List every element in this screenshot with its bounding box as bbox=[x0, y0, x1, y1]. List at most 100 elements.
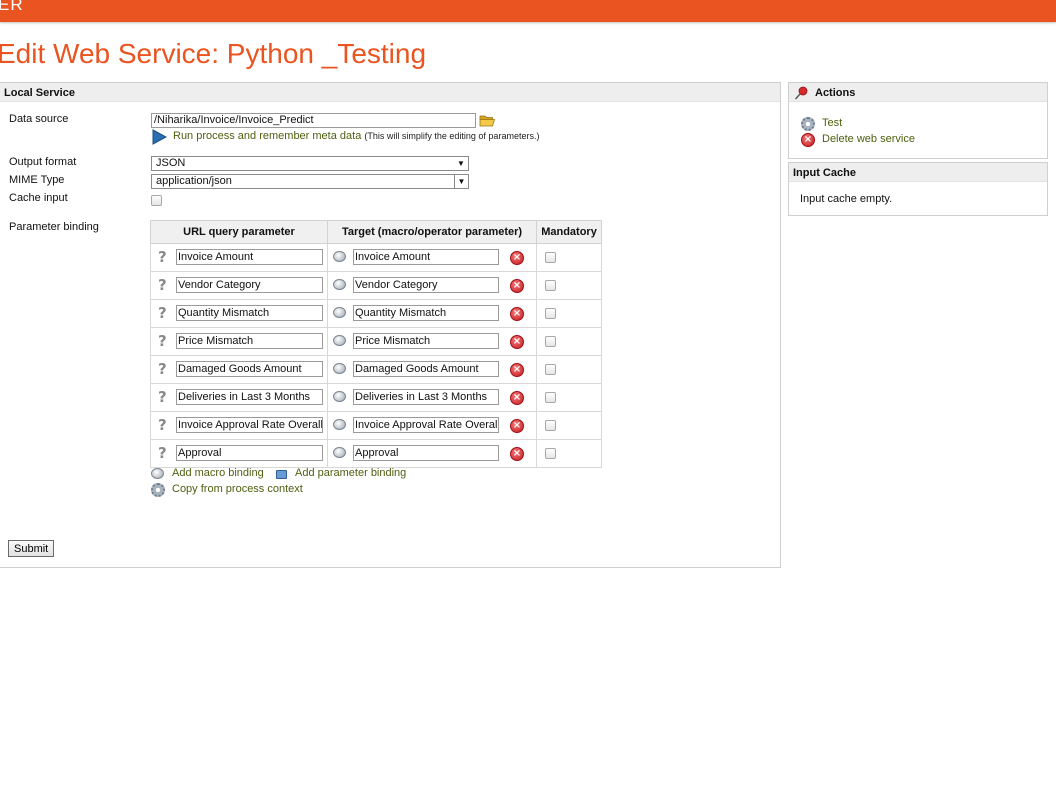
target-input[interactable]: Invoice Approval Rate Overall bbox=[353, 417, 499, 433]
mandatory-checkbox[interactable] bbox=[545, 336, 556, 347]
delete-icon[interactable]: × bbox=[510, 335, 524, 349]
add-parameter-binding-link[interactable]: Add parameter binding bbox=[295, 467, 406, 479]
data-source-input[interactable]: /Niharika/Invoice/Invoice_Predict bbox=[151, 113, 476, 128]
url-param-input[interactable]: Deliveries in Last 3 Months bbox=[176, 389, 323, 405]
target-input[interactable]: Invoice Amount bbox=[353, 249, 499, 265]
copy-from-process-context-link[interactable]: Copy from process context bbox=[172, 483, 303, 495]
mandatory-cell bbox=[536, 411, 602, 440]
macro-icon[interactable] bbox=[151, 468, 164, 479]
parameter-icon[interactable] bbox=[276, 470, 287, 479]
delete-icon[interactable]: × bbox=[510, 363, 524, 377]
question-mark-icon[interactable]: ? bbox=[158, 278, 169, 293]
brand-logo-fragment[interactable]: ER bbox=[0, 0, 24, 15]
local-service-panel: Local Service Data source /Niharika/Invo… bbox=[0, 82, 781, 568]
gear-icon[interactable] bbox=[801, 117, 815, 131]
question-mark-icon[interactable]: ? bbox=[158, 418, 169, 433]
mandatory-checkbox[interactable] bbox=[545, 392, 556, 403]
play-arrow-icon[interactable] bbox=[151, 129, 168, 145]
url-param-cell: ? Invoice Amount bbox=[150, 243, 328, 272]
table-row: ? Price Mismatch Price Mismatch × bbox=[150, 327, 602, 356]
question-mark-icon[interactable]: ? bbox=[158, 362, 169, 377]
chevron-down-icon[interactable]: ▼ bbox=[454, 175, 468, 188]
url-param-cell: ? Vendor Category bbox=[150, 271, 328, 300]
column-header-mandatory: Mandatory bbox=[536, 220, 602, 244]
chevron-down-icon: ▼ bbox=[457, 159, 465, 168]
target-cell: Quantity Mismatch × bbox=[327, 299, 537, 328]
url-param-input[interactable]: Invoice Amount bbox=[176, 249, 323, 265]
url-param-input[interactable]: Price Mismatch bbox=[176, 333, 323, 349]
target-input[interactable]: Approval bbox=[353, 445, 499, 461]
parameter-binding-label: Parameter binding bbox=[9, 221, 99, 233]
question-mark-icon[interactable]: ? bbox=[158, 334, 169, 349]
target-cell: Invoice Approval Rate Overall × bbox=[327, 411, 537, 440]
column-header-url-query-parameter: URL query parameter bbox=[150, 220, 328, 244]
target-input[interactable]: Quantity Mismatch bbox=[353, 305, 499, 321]
mandatory-checkbox[interactable] bbox=[545, 252, 556, 263]
mandatory-cell bbox=[536, 243, 602, 272]
mandatory-checkbox[interactable] bbox=[545, 420, 556, 431]
url-param-input[interactable]: Quantity Mismatch bbox=[176, 305, 323, 321]
url-param-input[interactable]: Approval bbox=[176, 445, 323, 461]
add-macro-binding-link[interactable]: Add macro binding bbox=[172, 467, 264, 479]
mandatory-checkbox[interactable] bbox=[545, 448, 556, 459]
test-link[interactable]: Test bbox=[822, 117, 842, 129]
macro-icon[interactable] bbox=[333, 447, 346, 458]
macro-icon[interactable] bbox=[333, 279, 346, 290]
delete-icon[interactable]: × bbox=[510, 447, 524, 461]
target-input[interactable]: Damaged Goods Amount bbox=[353, 361, 499, 377]
delete-icon[interactable]: × bbox=[510, 391, 524, 405]
mandatory-checkbox[interactable] bbox=[545, 280, 556, 291]
question-mark-icon[interactable]: ? bbox=[158, 390, 169, 405]
mandatory-cell bbox=[536, 355, 602, 384]
cache-input-checkbox[interactable] bbox=[151, 195, 162, 206]
folder-open-icon[interactable] bbox=[479, 113, 496, 127]
url-param-input[interactable]: Vendor Category bbox=[176, 277, 323, 293]
target-cell: Price Mismatch × bbox=[327, 327, 537, 356]
macro-icon[interactable] bbox=[333, 391, 346, 402]
actions-heading-text: Actions bbox=[815, 87, 856, 99]
target-input[interactable]: Deliveries in Last 3 Months bbox=[353, 389, 499, 405]
input-cache-message: Input cache empty. bbox=[800, 193, 893, 205]
mime-type-label: MIME Type bbox=[9, 174, 65, 186]
output-format-select[interactable]: JSON ▼ bbox=[151, 156, 469, 171]
run-process-link-text[interactable]: Run process and remember meta data bbox=[173, 130, 361, 142]
target-input[interactable]: Vendor Category bbox=[353, 277, 499, 293]
delete-web-service-link[interactable]: Delete web service bbox=[822, 133, 915, 145]
url-param-input[interactable]: Invoice Approval Rate Overall bbox=[176, 417, 323, 433]
output-format-value: JSON bbox=[156, 157, 186, 169]
table-row: ? Deliveries in Last 3 Months Deliveries i… bbox=[150, 383, 602, 412]
mandatory-checkbox[interactable] bbox=[545, 364, 556, 375]
run-process-link[interactable]: Run process and remember meta data (This… bbox=[173, 130, 539, 142]
table-row: ? Approval Approval × bbox=[150, 439, 602, 468]
delete-icon[interactable]: × bbox=[510, 419, 524, 433]
delete-icon[interactable]: × bbox=[510, 251, 524, 265]
delete-icon[interactable]: × bbox=[801, 133, 815, 147]
mime-type-combobox[interactable]: application/json ▼ bbox=[151, 174, 469, 189]
delete-icon[interactable]: × bbox=[510, 279, 524, 293]
macro-icon[interactable] bbox=[333, 419, 346, 430]
table-row: ? Vendor Category Vendor Category × bbox=[150, 271, 602, 300]
delete-icon[interactable]: × bbox=[510, 307, 524, 321]
macro-icon[interactable] bbox=[333, 335, 346, 346]
question-mark-icon[interactable]: ? bbox=[158, 306, 169, 321]
url-param-cell: ? Deliveries in Last 3 Months bbox=[150, 383, 328, 412]
question-mark-icon[interactable]: ? bbox=[158, 250, 169, 265]
local-service-heading: Local Service bbox=[0, 83, 780, 102]
url-param-input[interactable]: Damaged Goods Amount bbox=[176, 361, 323, 377]
target-input[interactable]: Price Mismatch bbox=[353, 333, 499, 349]
output-format-label: Output format bbox=[9, 156, 77, 168]
mandatory-cell bbox=[536, 271, 602, 300]
gear-icon[interactable] bbox=[151, 483, 165, 497]
target-cell: Invoice Amount × bbox=[327, 243, 537, 272]
mandatory-checkbox[interactable] bbox=[545, 308, 556, 319]
pushpin-icon bbox=[794, 86, 808, 100]
target-cell: Vendor Category × bbox=[327, 271, 537, 300]
macro-icon[interactable] bbox=[333, 307, 346, 318]
question-mark-icon[interactable]: ? bbox=[158, 446, 169, 461]
table-row: ? Quantity Mismatch Quantity Mismatch × bbox=[150, 299, 602, 328]
run-process-note: (This will simplify the editing of param… bbox=[364, 131, 540, 141]
macro-icon[interactable] bbox=[333, 251, 346, 262]
input-cache-heading: Input Cache bbox=[789, 163, 1047, 182]
submit-button[interactable]: Submit bbox=[8, 540, 55, 557]
macro-icon[interactable] bbox=[333, 363, 346, 374]
